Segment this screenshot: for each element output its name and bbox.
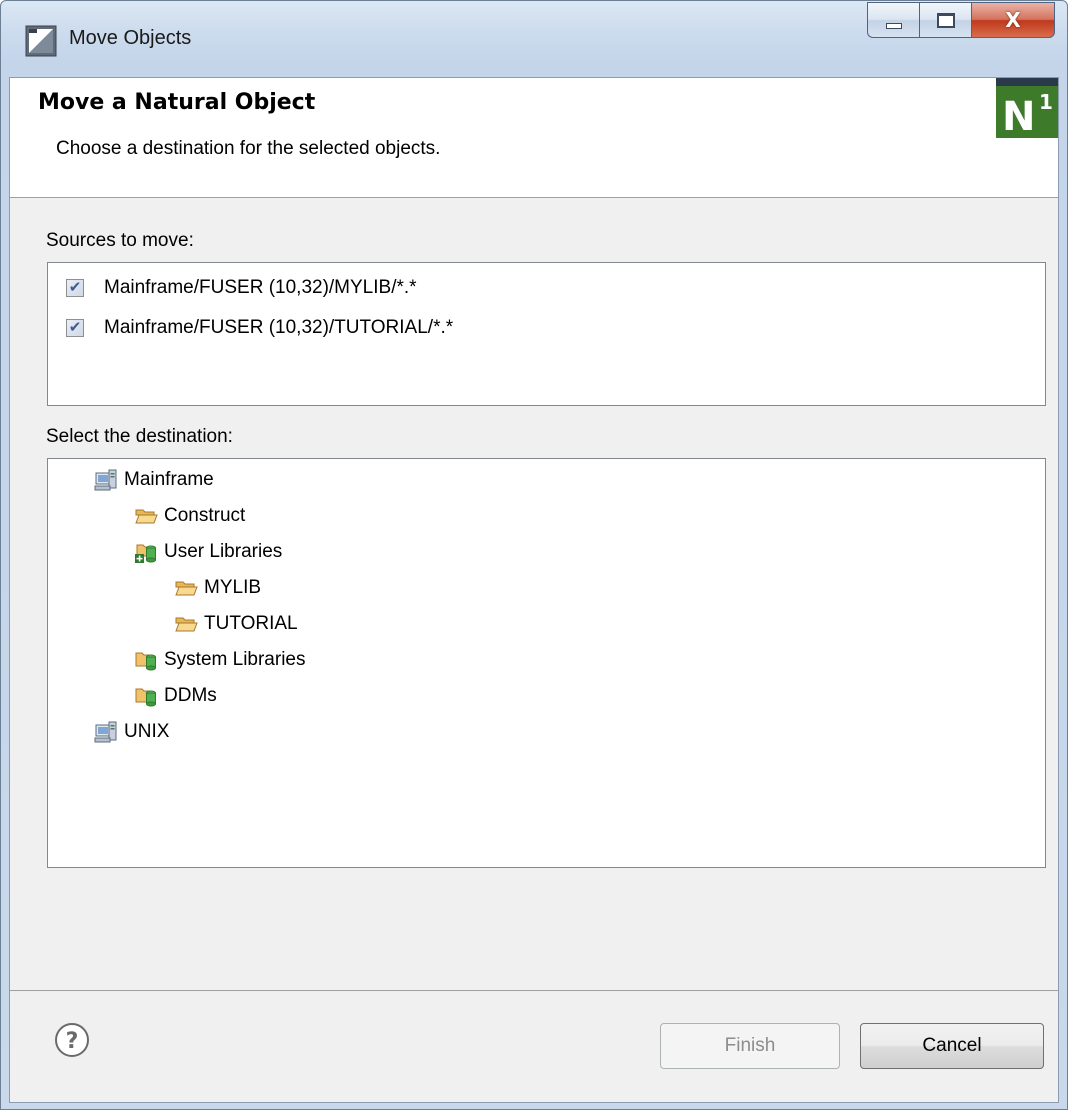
maximize-icon xyxy=(936,12,955,28)
folder-open-icon xyxy=(135,509,158,524)
server-icon xyxy=(94,721,117,743)
tree-node-label: DDMs xyxy=(164,685,217,706)
sources-label: Sources to move: xyxy=(46,230,194,251)
help-icon[interactable]: ? xyxy=(54,1022,90,1058)
window-title: Move Objects xyxy=(69,27,192,49)
tree-node-mainframe[interactable]: Mainframe xyxy=(94,465,214,495)
tree-node-ddms[interactable]: DDMs xyxy=(134,681,217,711)
check-icon: ✔ xyxy=(68,278,82,296)
maximize-button[interactable] xyxy=(919,2,971,38)
tree-node-label: Mainframe xyxy=(124,469,214,490)
dialog-client-area: Move a Natural Object Choose a destinati… xyxy=(9,77,1059,1103)
app-icon xyxy=(25,25,57,57)
tree-node-label: System Libraries xyxy=(164,649,306,670)
svg-text:?: ? xyxy=(66,1029,79,1054)
minimize-button[interactable] xyxy=(867,2,919,38)
natural-one-logo-icon: N 1 xyxy=(996,78,1058,138)
source-item[interactable]: ✔ Mainframe/FUSER (10,32)/MYLIB/*.* xyxy=(66,273,417,303)
svg-text:N: N xyxy=(1002,94,1035,138)
move-objects-window: Move Objects X Move a Natural Object Cho… xyxy=(0,0,1068,1110)
tree-node-construct[interactable]: Construct xyxy=(134,501,245,531)
wizard-header: Move a Natural Object Choose a destinati… xyxy=(10,78,1058,198)
tree-node-label: Construct xyxy=(164,505,246,526)
library-icon xyxy=(135,688,156,707)
tree-node-unix[interactable]: UNIX xyxy=(94,717,169,747)
footer-divider xyxy=(10,990,1058,991)
close-icon: X xyxy=(1005,8,1021,32)
tree-node-tutorial[interactable]: TUTORIAL xyxy=(174,609,298,639)
folder-open-icon xyxy=(175,617,198,632)
tree-node-label: TUTORIAL xyxy=(204,613,298,634)
tree-node-system-libraries[interactable]: System Libraries xyxy=(134,645,306,675)
sources-list[interactable]: ✔ Mainframe/FUSER (10,32)/MYLIB/*.* ✔ Ma… xyxy=(47,262,1046,406)
tree-node-label: MYLIB xyxy=(204,577,262,598)
source-checkbox[interactable]: ✔ xyxy=(66,319,84,337)
caption-buttons: X xyxy=(867,2,1055,38)
folder-open-icon xyxy=(175,581,198,596)
finish-button[interactable]: Finish xyxy=(660,1023,840,1069)
page-title: Move a Natural Object xyxy=(38,90,316,115)
source-item-label: Mainframe/FUSER (10,32)/TUTORIAL/*.* xyxy=(104,317,454,338)
library-add-icon xyxy=(135,544,156,563)
tree-node-label: UNIX xyxy=(124,721,170,742)
tree-node-user-libraries[interactable]: User Libraries xyxy=(134,537,282,567)
check-icon: ✔ xyxy=(68,318,82,336)
minimize-icon xyxy=(885,23,902,29)
page-description: Choose a destination for the selected ob… xyxy=(56,138,441,159)
source-item-label: Mainframe/FUSER (10,32)/MYLIB/*.* xyxy=(104,277,417,298)
server-icon xyxy=(94,469,117,491)
destination-tree[interactable]: Mainframe Construct User Libraries MYLIB… xyxy=(47,458,1046,868)
tree-node-mylib[interactable]: MYLIB xyxy=(174,573,261,603)
cancel-button[interactable]: Cancel xyxy=(860,1023,1044,1069)
destination-label: Select the destination: xyxy=(46,426,233,447)
source-checkbox[interactable]: ✔ xyxy=(66,279,84,297)
close-button[interactable]: X xyxy=(971,2,1055,38)
title-bar[interactable]: Move Objects X xyxy=(1,1,1067,77)
svg-text:1: 1 xyxy=(1039,90,1053,114)
tree-node-label: User Libraries xyxy=(164,541,283,562)
library-icon xyxy=(135,652,156,671)
source-item[interactable]: ✔ Mainframe/FUSER (10,32)/TUTORIAL/*.* xyxy=(66,313,453,343)
